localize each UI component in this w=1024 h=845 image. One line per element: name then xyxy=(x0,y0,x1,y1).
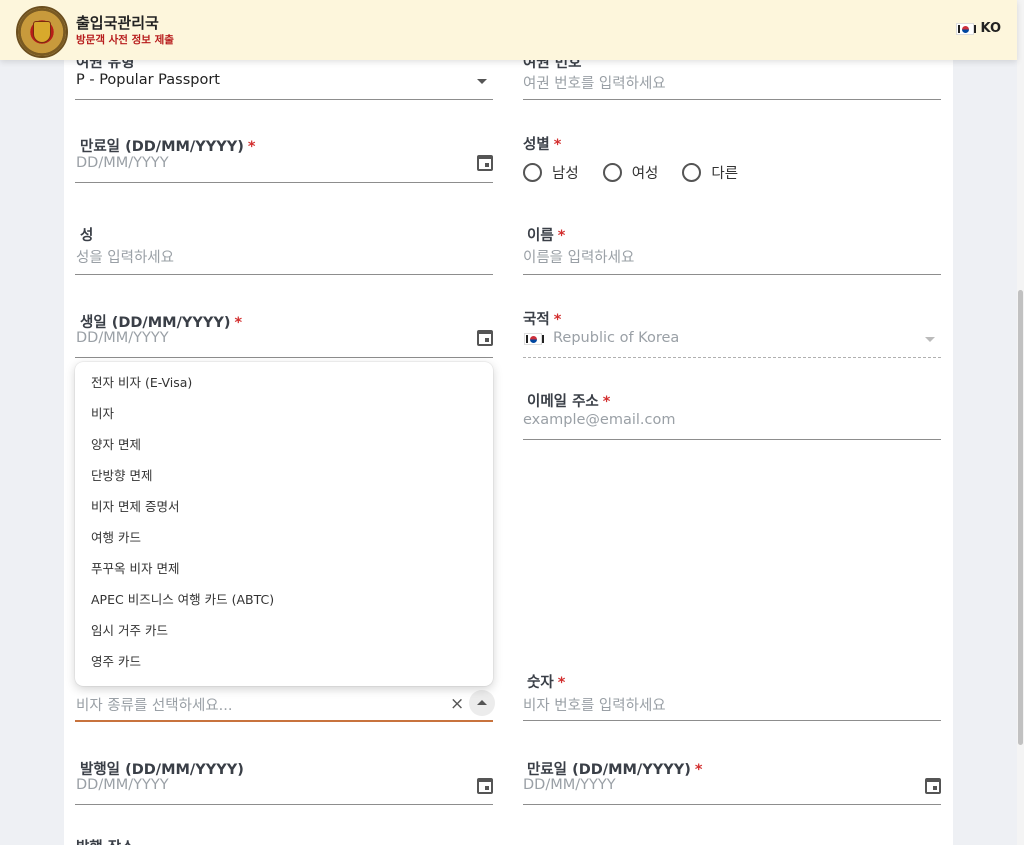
gender-radio-group: 남성 여성 다른 xyxy=(523,162,738,183)
last-name-label: 성 xyxy=(80,228,94,244)
issue-date-underline xyxy=(75,804,493,805)
chevron-down-icon[interactable] xyxy=(925,337,935,342)
birth-date-label: 생일 (DD/MM/YYYY) * xyxy=(80,315,243,331)
language-code: KO xyxy=(980,21,1001,36)
dropdown-option[interactable]: 전자 비자 (E-Visa) xyxy=(75,367,493,398)
radio-circle-icon xyxy=(523,163,542,182)
birth-date-underline xyxy=(75,357,493,358)
passport-type-underline xyxy=(75,99,493,100)
chevron-down-icon[interactable] xyxy=(477,79,487,84)
dropdown-option[interactable]: 여행 카드 xyxy=(75,522,493,553)
last-name-underline xyxy=(75,274,493,275)
brand-subtitle: 방문객 사전 정보 제출 xyxy=(76,34,174,46)
visa-expiry-label: 만료일 (DD/MM/YYYY) * xyxy=(527,762,703,778)
visa-expiry-underline xyxy=(523,804,941,805)
dropdown-option[interactable]: 비자 xyxy=(75,398,493,429)
dropdown-option[interactable]: 임시 거주 카드 xyxy=(75,615,493,646)
passport-number-underline xyxy=(523,99,941,100)
app-header: 출입국관리국 방문객 사전 정보 제출 KO xyxy=(0,0,1017,60)
calendar-icon[interactable] xyxy=(477,330,493,346)
nationality-underline xyxy=(523,357,941,358)
nationality-label: 국적 * xyxy=(523,312,562,328)
chevron-up-icon[interactable] xyxy=(469,690,495,716)
dropdown-option[interactable]: 양자 면제 xyxy=(75,429,493,460)
radio-circle-icon xyxy=(602,163,622,182)
gender-label: 성별 * xyxy=(523,137,562,153)
email-underline xyxy=(523,439,941,440)
expiry-date-input[interactable]: DD/MM/YYYY xyxy=(76,155,169,171)
email-label: 이메일 주소 * xyxy=(527,394,611,410)
calendar-icon[interactable] xyxy=(925,778,941,794)
page-scrollbar[interactable] xyxy=(1017,0,1024,845)
visa-expiry-input[interactable]: DD/MM/YYYY xyxy=(523,777,616,793)
calendar-icon[interactable] xyxy=(477,155,493,171)
last-name-input[interactable]: 성을 입력하세요 xyxy=(76,246,174,267)
nationality-select[interactable]: Republic of Korea xyxy=(553,330,679,346)
dropdown-option[interactable]: 비자 면제 증명서 xyxy=(75,491,493,522)
birth-date-input[interactable]: DD/MM/YYYY xyxy=(76,330,169,346)
passport-number-input[interactable]: 여권 번호를 입력하세요 xyxy=(523,72,666,93)
visa-number-input[interactable]: 비자 번호를 입력하세요 xyxy=(523,694,666,715)
visa-number-underline xyxy=(523,720,941,721)
immigration-emblem-logo xyxy=(16,6,68,58)
issue-date-label: 발행일 (DD/MM/YYYY) xyxy=(80,762,244,778)
kr-flag-icon xyxy=(956,22,977,35)
gender-radio-female[interactable]: 여성 xyxy=(602,162,658,183)
first-name-label: 이름 * xyxy=(527,228,566,244)
expiry-date-underline xyxy=(75,182,493,183)
first-name-underline xyxy=(523,274,941,275)
gender-radio-other[interactable]: 다른 xyxy=(682,162,738,183)
issue-date-input[interactable]: DD/MM/YYYY xyxy=(76,777,169,793)
visa-number-label: 숫자 * xyxy=(527,675,566,691)
scrollbar-thumb[interactable] xyxy=(1018,290,1023,745)
brand-title: 출입국관리국 xyxy=(76,14,159,32)
visa-type-dropdown-menu: 전자 비자 (E-Visa) 비자 양자 면제 단방향 면제 비자 면제 증명서… xyxy=(75,362,493,686)
dropdown-option[interactable]: APEC 비즈니스 여행 카드 (ABTC) xyxy=(75,584,493,615)
expiry-date-label: 만료일 (DD/MM/YYYY) * xyxy=(80,139,256,155)
calendar-icon[interactable] xyxy=(477,778,493,794)
language-selector[interactable]: KO xyxy=(956,21,1001,36)
dropdown-option[interactable]: 단방향 면제 xyxy=(75,460,493,491)
gender-radio-male[interactable]: 남성 xyxy=(523,162,579,183)
radio-circle-icon xyxy=(682,163,702,182)
first-name-input[interactable]: 이름을 입력하세요 xyxy=(523,246,634,267)
email-input[interactable]: example@email.com xyxy=(523,412,675,428)
passport-type-select[interactable]: P - Popular Passport xyxy=(76,72,220,88)
clear-icon[interactable]: × xyxy=(450,696,464,713)
dropdown-option[interactable]: 푸꾸옥 비자 면제 xyxy=(75,553,493,584)
visa-type-underline xyxy=(75,720,493,722)
dropdown-option[interactable]: 영주 카드 xyxy=(75,646,493,677)
issue-place-label: 발행 장소 xyxy=(76,836,134,845)
visa-type-input[interactable]: 비자 종류를 선택하세요... xyxy=(76,694,232,715)
kr-flag-icon xyxy=(524,333,544,345)
